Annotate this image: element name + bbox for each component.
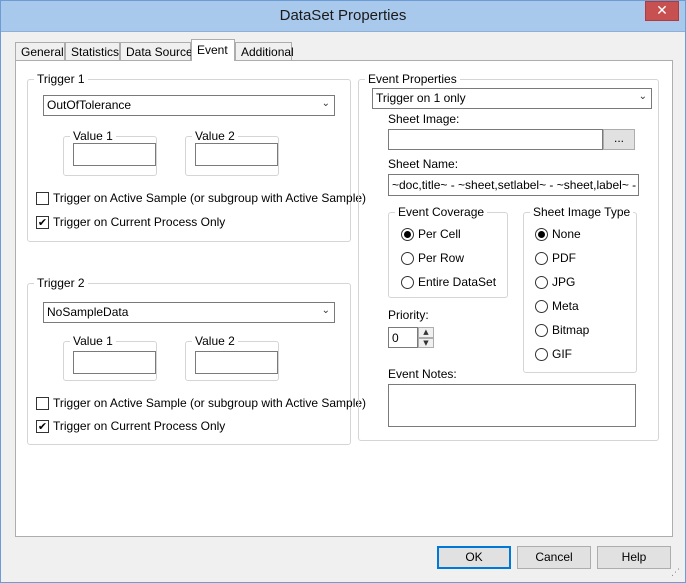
trigger2-active-sample-checkbox[interactable]: [36, 397, 49, 410]
trigger2-current-process-checkbox[interactable]: ✔: [36, 420, 49, 433]
trigger1-active-sample-label: Trigger on Active Sample (or subgroup wi…: [53, 191, 367, 205]
sheet-image-type-label: Sheet Image Type: [530, 205, 634, 219]
sheet-image-input[interactable]: [388, 129, 603, 150]
chevron-down-icon: ⌄: [321, 305, 330, 316]
coverage-entire-dataset-radio[interactable]: [401, 276, 414, 289]
trigger2-value1-group: Value 1: [63, 334, 157, 381]
trigger2-label: Trigger 2: [34, 276, 88, 290]
tab-event[interactable]: Event: [191, 39, 235, 61]
trigger2-value2-group: Value 2: [185, 334, 279, 381]
tab-data-source[interactable]: Data Source: [120, 42, 193, 61]
trigger1-value1-label: Value 1: [70, 129, 116, 143]
trigger2-select[interactable]: NoSampleData ⌄: [43, 302, 335, 323]
tab-statistics[interactable]: Statistics: [65, 42, 120, 61]
trigger2-group: Trigger 2 NoSampleData ⌄ Value 1 Value 2…: [27, 276, 366, 445]
image-type-gif-radio[interactable]: [535, 348, 548, 361]
image-type-bitmap-radio[interactable]: [535, 324, 548, 337]
trigger1-value2-input[interactable]: [195, 143, 278, 166]
chevron-down-icon: ⌄: [638, 91, 647, 102]
trigger1-value1-input[interactable]: [73, 143, 156, 166]
coverage-per-row-label: Per Row: [418, 251, 465, 265]
event-notes-textarea[interactable]: [388, 384, 636, 427]
trigger2-value2-label: Value 2: [192, 334, 238, 348]
help-button[interactable]: Help: [597, 546, 671, 569]
event-mode-select[interactable]: Trigger on 1 only ⌄: [372, 88, 652, 109]
spin-down-icon[interactable]: ▼: [418, 338, 434, 348]
trigger2-select-value: NoSampleData: [47, 305, 129, 319]
browse-button[interactable]: ...: [603, 129, 635, 150]
chevron-down-icon: ⌄: [321, 98, 330, 109]
priority-label: Priority:: [388, 308, 429, 322]
sheet-name-input[interactable]: ~doc,title~ - ~sheet,setlabel~ - ~sheet,…: [388, 174, 639, 196]
coverage-per-cell-label: Per Cell: [418, 227, 461, 241]
trigger1-label: Trigger 1: [34, 72, 88, 86]
event-mode-value: Trigger on 1 only: [376, 91, 466, 105]
coverage-entire-dataset-label: Entire DataSet: [418, 275, 497, 289]
resize-grip-icon[interactable]: ⋰: [671, 568, 683, 580]
image-type-pdf-radio[interactable]: [535, 252, 548, 265]
trigger2-current-process-label: Trigger on Current Process Only: [53, 419, 226, 433]
image-type-gif-label: GIF: [552, 347, 572, 361]
event-tab-panel: Trigger 1 OutOfTolerance ⌄ Value 1 Value…: [15, 60, 673, 537]
image-type-meta-radio[interactable]: [535, 300, 548, 313]
event-properties-label: Event Properties: [365, 72, 460, 86]
sheet-image-label: Sheet Image:: [388, 112, 460, 126]
image-type-none-radio[interactable]: [535, 228, 548, 241]
cancel-button[interactable]: Cancel: [517, 546, 591, 569]
trigger2-value1-label: Value 1: [70, 334, 116, 348]
priority-input[interactable]: 0: [388, 327, 418, 348]
sheet-image-type-group: Sheet Image Type None PDF JPG Meta Bitma…: [523, 205, 637, 373]
trigger1-value2-label: Value 2: [192, 129, 238, 143]
trigger1-active-sample-checkbox[interactable]: [36, 192, 49, 205]
tab-general[interactable]: General: [15, 42, 65, 61]
trigger1-current-process-checkbox[interactable]: ✔: [36, 216, 49, 229]
image-type-none-label: None: [552, 227, 581, 241]
image-type-bitmap-label: Bitmap: [552, 323, 590, 337]
image-type-jpg-label: JPG: [552, 275, 576, 289]
event-properties-group: Event Properties Trigger on 1 only ⌄ She…: [358, 72, 659, 441]
trigger2-value2-input[interactable]: [195, 351, 278, 374]
trigger1-current-process-label: Trigger on Current Process Only: [53, 215, 226, 229]
image-type-meta-label: Meta: [552, 299, 579, 313]
window-title: DataSet Properties: [279, 7, 407, 24]
trigger2-value1-input[interactable]: [73, 351, 156, 374]
event-notes-label: Event Notes:: [388, 367, 457, 381]
event-coverage-group: Event Coverage Per Cell Per Row Entire D…: [388, 205, 508, 298]
image-type-jpg-radio[interactable]: [535, 276, 548, 289]
trigger1-select-value: OutOfTolerance: [47, 98, 132, 112]
trigger1-value2-group: Value 2: [185, 129, 279, 176]
image-type-pdf-label: PDF: [552, 251, 576, 265]
dialog-window: DataSet Properties ✕ General Statistics …: [0, 0, 686, 583]
sheet-name-label: Sheet Name:: [388, 157, 459, 171]
tab-additional[interactable]: Additional: [235, 42, 294, 61]
trigger1-select[interactable]: OutOfTolerance ⌄: [43, 95, 335, 116]
event-coverage-label: Event Coverage: [395, 205, 488, 219]
trigger2-active-sample-label: Trigger on Active Sample (or subgroup wi…: [53, 396, 367, 410]
spin-up-icon[interactable]: ▲: [418, 327, 434, 338]
title-bar[interactable]: DataSet Properties ✕: [1, 1, 685, 32]
close-button[interactable]: ✕: [645, 1, 679, 21]
trigger1-value1-group: Value 1: [63, 129, 157, 176]
coverage-per-row-radio[interactable]: [401, 252, 414, 265]
ok-button[interactable]: OK: [437, 546, 511, 569]
coverage-per-cell-radio[interactable]: [401, 228, 414, 241]
trigger1-group: Trigger 1 OutOfTolerance ⌄ Value 1 Value…: [27, 72, 366, 242]
